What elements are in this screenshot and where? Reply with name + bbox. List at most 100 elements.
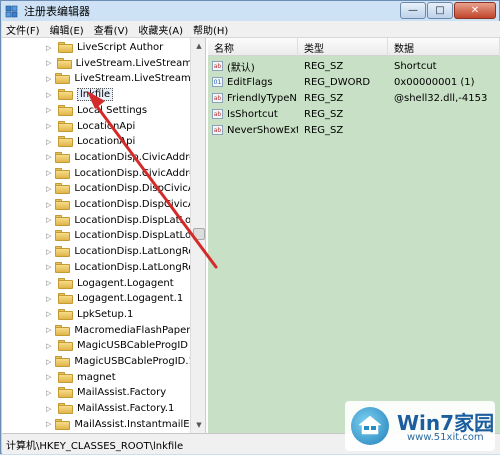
tree-item[interactable]: ▷ LocationDisp.DispCivicAddre: [2, 196, 205, 213]
tree-item[interactable]: ▷ LocationDisp.DispLatLongRe: [2, 227, 205, 244]
tree-item-label: MacromediaFlashPaper.Mac: [74, 324, 206, 336]
tree-item[interactable]: ▷ MagicUSBCableProgID.1: [2, 353, 195, 370]
close-button[interactable]: ✕: [454, 2, 496, 19]
folder-icon: [55, 230, 71, 242]
expand-arrow-icon[interactable]: ▷: [46, 420, 51, 428]
menu-favorites[interactable]: 收藏夹(A): [138, 22, 183, 37]
tree-item[interactable]: ▷ Logagent.Logagent.1: [2, 290, 192, 307]
expand-arrow-icon[interactable]: ▷: [46, 263, 51, 271]
expand-arrow-icon[interactable]: ▷: [46, 44, 54, 52]
folder-icon: [55, 356, 71, 367]
watermark-url: www.51xit.com: [407, 432, 484, 443]
expand-arrow-icon[interactable]: ▷: [46, 358, 51, 366]
tree-scrollbar[interactable]: ▲ ▼: [190, 38, 205, 433]
tree-item[interactable]: ▷ LpkSetup.1: [2, 306, 192, 323]
menu-view[interactable]: 查看(V): [94, 22, 129, 37]
column-type-header[interactable]: 类型: [298, 38, 388, 56]
string-value-icon: ab: [212, 93, 223, 103]
value-name: (默认): [227, 62, 255, 74]
menu-help[interactable]: 帮助(H): [193, 22, 228, 37]
value-name: NeverShowExt: [227, 124, 298, 136]
tree-item[interactable]: ▷ LocationApi: [2, 133, 192, 150]
tree-item[interactable]: ▷ LiveStream.LiveStream.1: [2, 70, 200, 87]
tree-scroll-thumb[interactable]: [193, 228, 205, 240]
tree-item[interactable]: ▷ LocationDisp.LatLongReport: [2, 243, 205, 260]
expand-arrow-icon[interactable]: ▷: [46, 248, 51, 256]
minimize-button[interactable]: —: [400, 2, 426, 19]
expand-arrow-icon[interactable]: ▷: [46, 153, 51, 161]
title-bar[interactable]: 注册表编辑器 — □ ✕: [1, 1, 499, 21]
value-name-cell: 01 EditFlags: [212, 74, 298, 90]
expand-arrow-icon[interactable]: ▷: [46, 91, 54, 99]
tree-item-label: LocationDisp.LatLongReport: [74, 246, 206, 258]
tree-item-label: Logagent.Logagent: [77, 277, 174, 289]
tree-item[interactable]: ▷ LiveStream.LiveStream: [2, 55, 192, 72]
expand-arrow-icon[interactable]: ▷: [46, 59, 53, 67]
expand-arrow-icon[interactable]: ▷: [46, 201, 51, 209]
folder-icon: [55, 167, 71, 179]
expand-arrow-icon[interactable]: ▷: [46, 405, 54, 413]
tree-item[interactable]: ▷ MailAssist.InstantmailEntry: [2, 416, 205, 433]
values-column-header: 名称 类型 数据: [208, 38, 500, 56]
folder-icon: [55, 199, 71, 210]
value-row[interactable]: ab IsShortcut REG_SZ: [208, 106, 500, 122]
tree-item[interactable]: ▷ LocationDisp.CivicAddressRe: [2, 165, 205, 182]
scroll-down-icon[interactable]: ▼: [191, 417, 205, 433]
column-data-header[interactable]: 数据: [388, 38, 500, 56]
tree-item-label: LocationDisp.LatLongReport: [74, 261, 206, 273]
values-list[interactable]: 名称 类型 数据 ab (默认) REG_SZ Shortcut 01 EditFlags…: [208, 38, 500, 433]
value-row[interactable]: ab (默认) REG_SZ Shortcut: [208, 58, 500, 74]
scroll-up-icon[interactable]: ▲: [191, 38, 205, 54]
expand-arrow-icon[interactable]: ▷: [46, 169, 51, 177]
tree-item-label: LpkSetup.1: [77, 308, 134, 320]
tree-item[interactable]: ▷ MailAssist.Factory: [2, 384, 192, 401]
folder-icon: [58, 340, 73, 352]
column-name-header[interactable]: 名称: [208, 38, 298, 56]
tree-item[interactable]: ▷ magnet: [2, 369, 192, 386]
registry-key-tree[interactable]: ▷ LiveScript Author ▷ LiveStream.LiveStream…: [2, 38, 206, 433]
expand-arrow-icon[interactable]: ▷: [46, 326, 51, 334]
value-row[interactable]: 01 EditFlags REG_DWORD 0x00000001 (1): [208, 74, 500, 90]
tree-item-label: LocationApi: [77, 120, 136, 132]
expand-arrow-icon[interactable]: ▷: [46, 279, 54, 287]
tree-item[interactable]: ▷ MagicUSBCableProgID: [2, 337, 192, 354]
expand-arrow-icon[interactable]: ▷: [46, 232, 51, 240]
folder-icon: [58, 104, 73, 116]
tree-item[interactable]: ▷ LocationDisp.DispLatLongRe: [2, 212, 205, 229]
expand-arrow-icon[interactable]: ▷: [46, 75, 51, 83]
menu-file[interactable]: 文件(F): [6, 22, 40, 37]
value-row[interactable]: ab NeverShowExt REG_SZ: [208, 122, 500, 138]
tree-item-label: Local Settings: [77, 104, 148, 116]
expand-arrow-icon[interactable]: ▷: [46, 122, 54, 130]
tree-item[interactable]: ▷ LocationDisp.DispCivicAddre: [2, 180, 205, 197]
expand-arrow-icon[interactable]: ▷: [46, 106, 54, 114]
window-controls: — □ ✕: [399, 2, 496, 19]
tree-item[interactable]: ▷ MacromediaFlashPaper.Mac: [2, 322, 205, 339]
tree-item[interactable]: ▷ MailAssist.Factory.1: [2, 400, 192, 417]
expand-arrow-icon[interactable]: ▷: [46, 138, 54, 146]
expand-arrow-icon[interactable]: ▷: [46, 373, 54, 381]
tree-item-label: LocationDisp.DispLatLongRe: [74, 214, 206, 226]
tree-item[interactable]: ▷ LocationDisp.LatLongReport: [2, 259, 205, 276]
tree-item-label: LocationDisp.CivicAddressRe: [74, 167, 206, 179]
expand-arrow-icon[interactable]: ▷: [46, 342, 54, 350]
tree-item[interactable]: ▷ Logagent.Logagent: [2, 275, 192, 292]
tree-item[interactable]: ▷ LocationApi: [2, 118, 192, 135]
tree-item[interactable]: ▷ LiveScript Author: [2, 39, 192, 56]
expand-arrow-icon[interactable]: ▷: [46, 389, 54, 397]
tree-item[interactable]: ▷ LocationDisp.CivicAddressRe: [2, 149, 205, 166]
maximize-button[interactable]: □: [427, 2, 453, 19]
expand-arrow-icon[interactable]: ▷: [46, 216, 51, 224]
tree-item[interactable]: ▷ lnkfile: [2, 86, 192, 103]
expand-arrow-icon[interactable]: ▷: [46, 310, 54, 318]
menu-edit[interactable]: 编辑(E): [50, 22, 84, 37]
expand-arrow-icon[interactable]: ▷: [46, 295, 54, 303]
value-type-cell: REG_SZ: [304, 124, 344, 136]
status-path: 计算机\HKEY_CLASSES_ROOT\lnkfile: [6, 440, 184, 452]
tree-item[interactable]: ▷ Local Settings: [2, 102, 192, 119]
tree-item-label: MailAssist.Factory.1: [77, 403, 175, 415]
tree-item-label: MailAssist.Factory: [77, 387, 167, 399]
value-type-cell: REG_DWORD: [304, 76, 371, 88]
value-row[interactable]: ab FriendlyTypeN... REG_SZ @shell32.dll,-41…: [208, 90, 500, 106]
expand-arrow-icon[interactable]: ▷: [46, 185, 51, 193]
